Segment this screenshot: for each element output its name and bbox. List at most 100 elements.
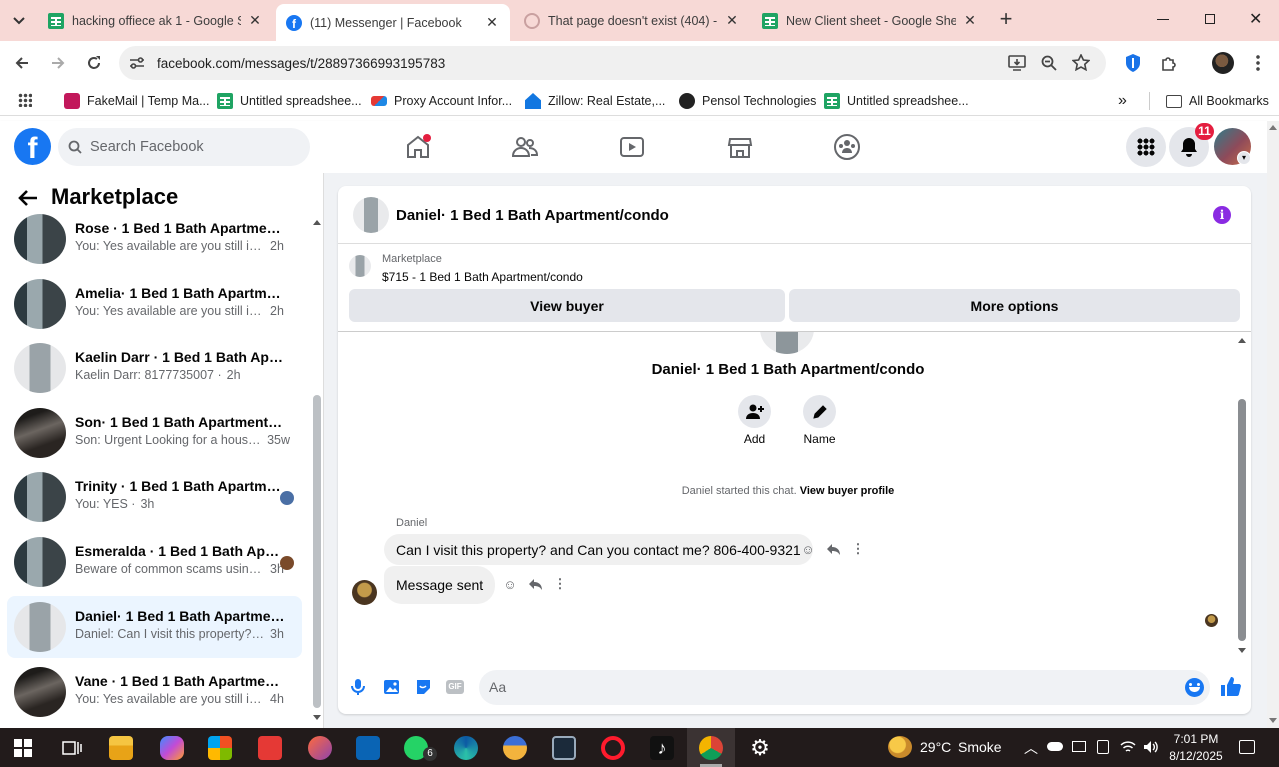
conversation-item[interactable]: Vane · 1 Bed 1 Bath Apartment/c... You: Y… [7,661,302,723]
opera-icon[interactable] [601,736,625,760]
friends-icon[interactable] [511,133,539,161]
close-tab-icon[interactable]: ✕ [724,12,740,29]
gif-icon[interactable]: GIF [446,680,464,694]
close-window-button[interactable]: ✕ [1249,9,1262,29]
clock-date[interactable]: 8/12/2025 [1166,749,1226,763]
restore-button[interactable] [1205,14,1215,24]
bookmark-proxy-account[interactable]: Proxy Account Infor... [371,91,512,111]
sidebar-scroll-up-icon[interactable] [313,220,321,225]
brave-shield-extension[interactable] [1121,51,1145,75]
bookmark-star-icon[interactable] [1072,54,1090,71]
facebook-logo-icon[interactable]: f [14,128,51,165]
site-settings-icon[interactable] [129,56,145,70]
more-actions-icon[interactable]: ⋮ [850,541,866,557]
profile-avatar[interactable] [1212,52,1234,74]
listing-thumbnail[interactable] [349,255,371,277]
chat-scroll-down-icon[interactable] [1238,648,1246,653]
zoom-icon[interactable] [1041,55,1057,71]
app-medal-icon[interactable] [503,736,527,760]
browser-tab-active[interactable]: f (11) Messenger | Facebook ✕ [276,4,510,41]
edit-name-button[interactable] [803,395,836,428]
facebook-search-input[interactable]: Search Facebook [58,128,310,166]
sticker-icon[interactable] [415,679,432,695]
add-friend-button[interactable] [738,395,771,428]
chat-scroll-up-icon[interactable] [1238,338,1246,343]
reply-icon[interactable] [825,541,841,557]
tab-search-button[interactable] [8,10,30,32]
groups-icon[interactable] [833,133,861,161]
bookmark-untitled-spreadsheet[interactable]: Untitled spreadshee... [217,91,362,111]
volume-icon[interactable] [1143,740,1159,754]
settings-gear-icon[interactable]: ⚙ [748,736,772,760]
address-bar[interactable]: facebook.com/messages/t/2889736699319578… [119,46,1106,80]
reload-button[interactable] [82,51,106,75]
menu-button[interactable] [1126,127,1166,167]
task-view-icon[interactable] [62,739,82,757]
close-tab-icon[interactable]: ✕ [484,14,500,31]
conversation-info-icon[interactable]: i [1213,206,1231,224]
browser-tab[interactable]: That page doesn't exist (404) - I ✕ [514,6,750,35]
onedrive-cloud-icon[interactable] [1047,742,1063,751]
battery-icon[interactable] [1072,741,1086,752]
chat-scrollbar-thumb[interactable] [1238,399,1246,641]
more-actions-icon[interactable]: ⋮ [552,576,568,592]
conversation-item[interactable]: Son· 1 Bed 1 Bath Apartment/co... Son: Ur… [7,402,302,464]
video-icon[interactable] [618,133,646,161]
browser-tab[interactable]: New Client sheet - Google Shee ✕ [752,6,988,35]
microphone-icon[interactable] [351,678,365,696]
reply-icon[interactable] [527,576,543,592]
conversation-item[interactable]: Trinity · 1 Bed 1 Bath Apartme... You: YE… [7,466,302,528]
home-icon[interactable] [404,133,432,161]
emoji-icon[interactable] [1185,678,1204,697]
show-hidden-icons-chevron-icon[interactable]: ︿ [1024,738,1038,758]
file-explorer-icon[interactable] [109,736,133,760]
marketplace-icon[interactable] [726,133,754,161]
app-dark-square-icon[interactable] [552,736,576,760]
react-smiley-icon[interactable]: ☺ [502,576,518,592]
edge-icon[interactable] [454,736,478,760]
sidebar-scrollbar-thumb[interactable] [313,395,321,708]
weather-temp[interactable]: 29°C [920,739,951,755]
more-bookmarks-button[interactable]: » [1118,91,1127,111]
weather-icon[interactable] [888,736,912,758]
message-bubble[interactable]: Message sent [384,566,496,604]
react-smiley-icon[interactable]: ☺ [800,541,816,557]
microsoft-store-icon[interactable] [208,736,232,760]
message-input[interactable]: Aa [479,670,1210,705]
page-scrollbar[interactable] [1267,121,1279,728]
copilot-icon[interactable] [160,736,184,760]
chrome-icon[interactable] [699,736,723,760]
notification-center-icon[interactable] [1239,740,1255,754]
bookmark-fakemail[interactable]: FakeMail | Temp Ma... [64,91,210,111]
chat-listing-thumbnail[interactable] [353,197,389,233]
network-icon[interactable] [1097,740,1109,754]
scroll-up-arrow-icon[interactable] [1269,125,1277,130]
browser-tab[interactable]: hacking offiece ak 1 - Google Sh ✕ [38,6,273,35]
close-tab-icon[interactable]: ✕ [247,12,263,29]
sidebar-scroll-down-icon[interactable] [313,715,321,720]
photo-icon[interactable] [383,679,400,695]
forward-button[interactable] [46,51,70,75]
view-buyer-button[interactable]: View buyer [349,289,785,322]
chrome-menu-icon[interactable] [1256,54,1260,72]
chat-header-title[interactable]: Daniel· 1 Bed 1 Bath Apartment/condo [396,207,669,224]
sender-avatar[interactable] [352,580,377,605]
extensions-button[interactable] [1157,51,1181,75]
close-tab-icon[interactable]: ✕ [962,12,978,29]
back-button[interactable] [10,51,34,75]
scroll-down-arrow-icon[interactable] [1269,718,1277,723]
new-tab-button[interactable]: + [995,8,1017,32]
bookmark-untitled-spreadsheet-2[interactable]: Untitled spreadshee... [824,91,969,111]
message-bubble[interactable]: Can I visit this property? and Can you c… [384,534,813,565]
more-options-button[interactable]: More options [789,289,1240,322]
windows-start-icon[interactable] [14,739,32,757]
apps-grid-icon[interactable] [18,93,32,107]
bookmark-zillow[interactable]: Zillow: Real Estate,... [525,91,665,111]
view-buyer-profile-link[interactable]: View buyer profile [800,485,895,497]
account-chevron-icon[interactable]: ▾ [1237,151,1251,165]
conversation-item[interactable]: Esmeralda · 1 Bed 1 Bath Apar... Beware o… [7,531,302,593]
wifi-icon[interactable] [1120,740,1136,754]
listing-detail[interactable]: $715 - 1 Bed 1 Bath Apartment/condo [382,270,583,284]
tiktok-icon[interactable]: ♪ [650,736,674,760]
back-arrow-icon[interactable] [18,189,38,207]
